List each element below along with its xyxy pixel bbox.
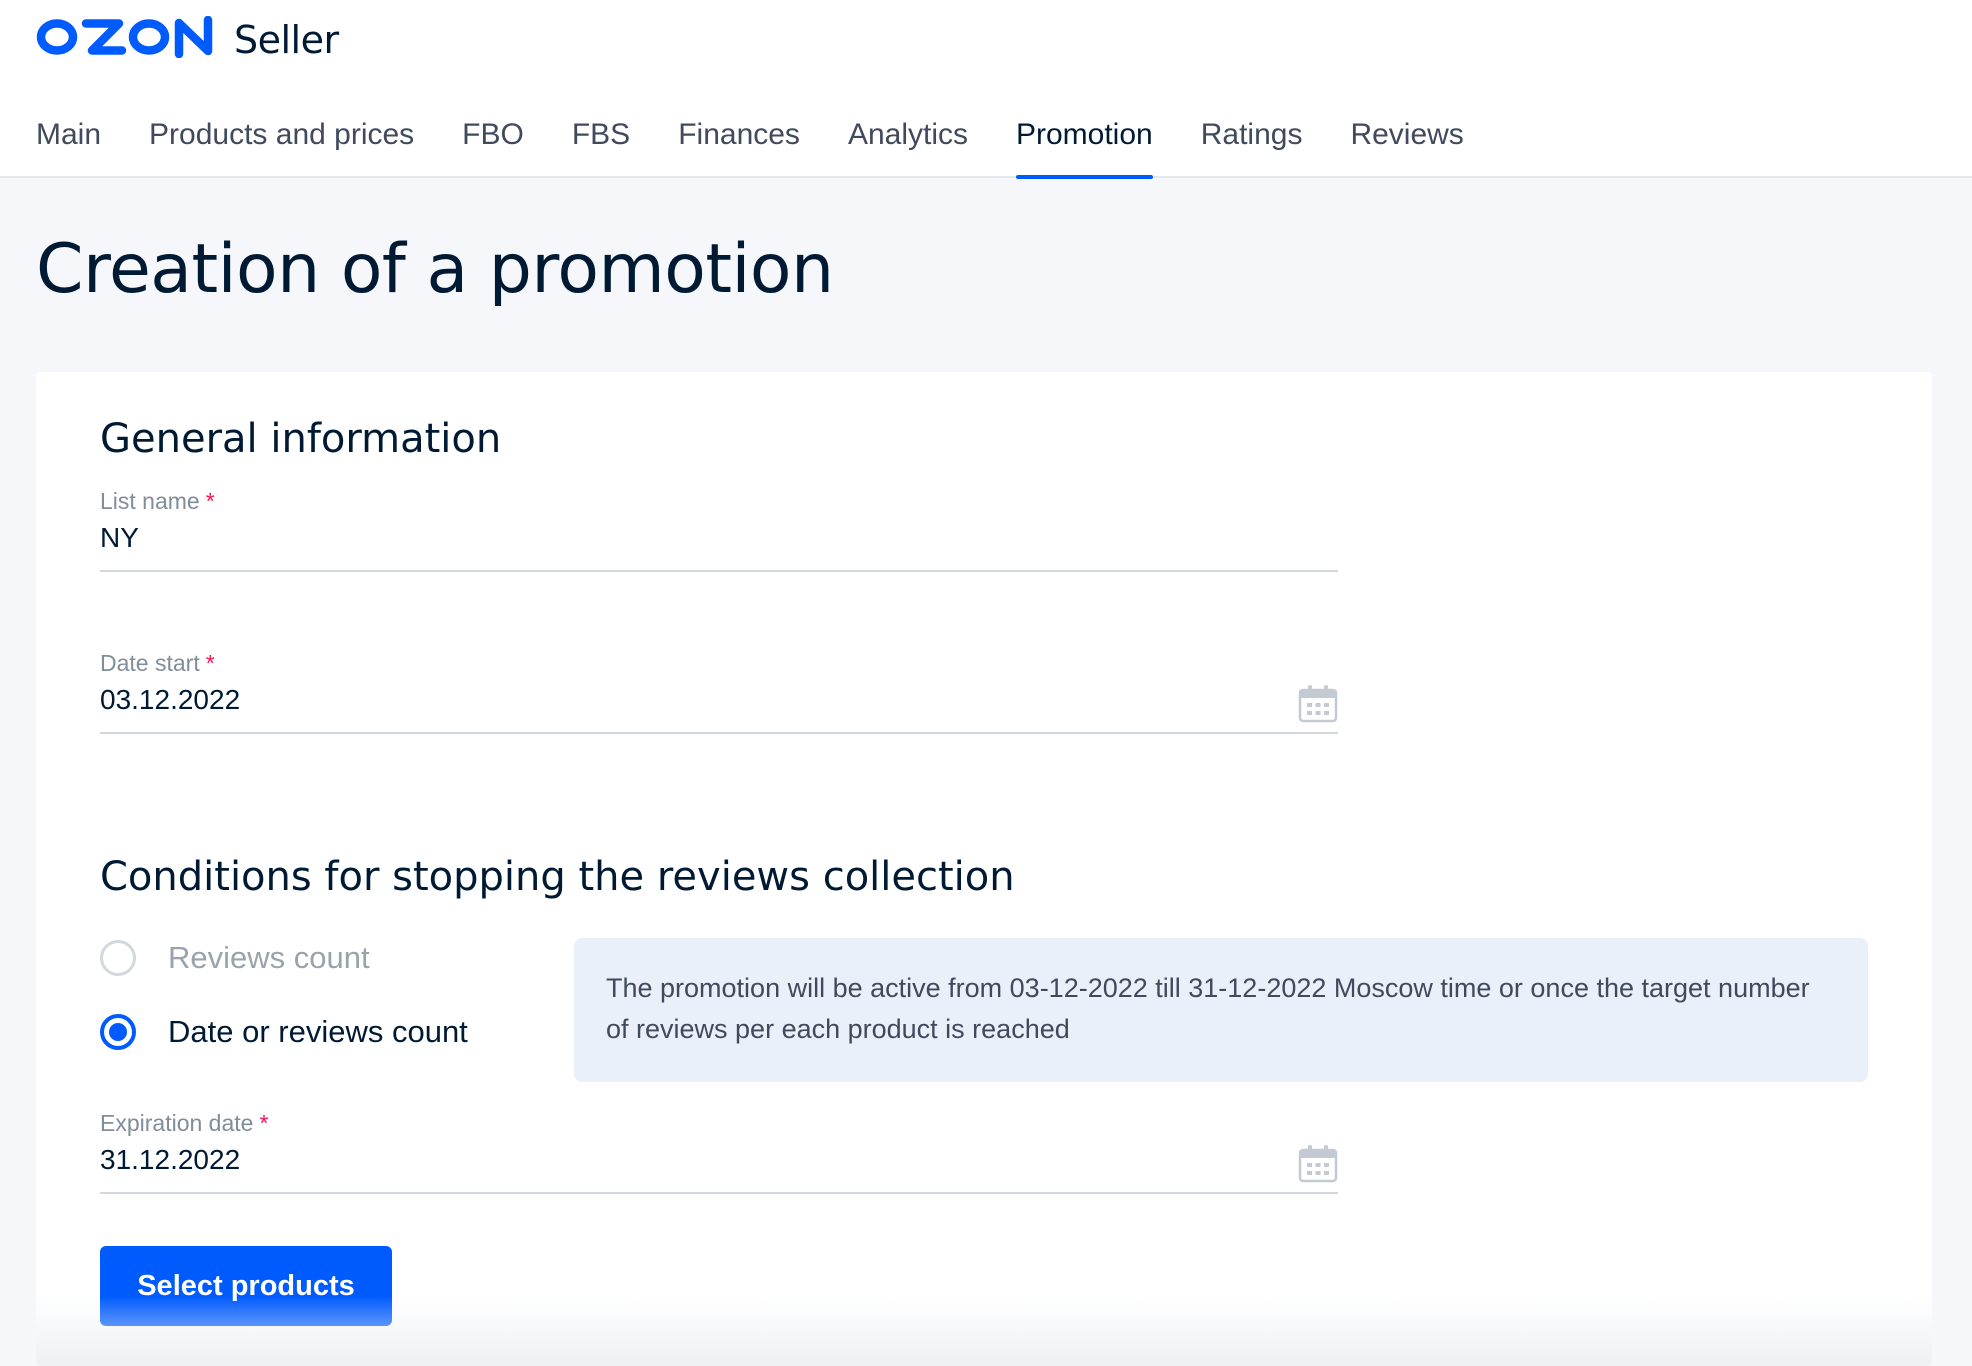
calendar-icon[interactable]	[1298, 1144, 1338, 1184]
radio-date-or-reviews-count[interactable]: Date or reviews count	[100, 1012, 468, 1052]
promotion-info-box: The promotion will be active from 03-12-…	[574, 938, 1868, 1082]
required-mark: *	[259, 1110, 269, 1136]
radio-date-or-reviews-count-label: Date or reviews count	[168, 1014, 468, 1049]
expiration-date-value: 31.12.2022	[100, 1144, 241, 1175]
stop-conditions-title: Conditions for stopping the reviews coll…	[100, 854, 1015, 900]
nav-item-reviews[interactable]: Reviews	[1350, 110, 1463, 178]
date-start-value: 03.12.2022	[100, 684, 241, 715]
required-mark: *	[205, 488, 215, 514]
select-products-button[interactable]: Select products	[100, 1246, 392, 1326]
radio-reviews-count-label: Reviews count	[168, 940, 370, 975]
expiration-date-label: Expiration date *	[100, 1110, 269, 1136]
required-mark: *	[205, 650, 215, 676]
page-title: Creation of a promotion	[36, 230, 834, 309]
nav-item-fbo[interactable]: FBO	[462, 110, 524, 178]
main-nav: Main Products and prices FBO FBS Finance…	[36, 110, 1512, 179]
ozon-seller-logo[interactable]: Seller	[36, 12, 339, 62]
nav-item-analytics[interactable]: Analytics	[848, 110, 968, 178]
nav-item-products-and-prices[interactable]: Products and prices	[149, 110, 414, 178]
calendar-icon[interactable]	[1298, 684, 1338, 724]
logo-seller-text: Seller	[234, 18, 339, 62]
radio-reviews-count[interactable]: Reviews count	[100, 938, 370, 978]
date-start-field[interactable]: Date start * 03.12.2022	[100, 650, 1338, 734]
nav-item-ratings[interactable]: Ratings	[1201, 110, 1303, 178]
list-name-value: NY	[100, 522, 139, 553]
nav-item-promotion[interactable]: Promotion	[1015, 110, 1153, 179]
top-bar: Seller Main Products and prices FBO FBS …	[0, 0, 1972, 179]
list-name-field[interactable]: List name * NY	[100, 488, 1338, 572]
expiration-date-field[interactable]: Expiration date * 31.12.2022	[100, 1110, 1338, 1194]
list-name-label: List name *	[100, 488, 215, 514]
promotion-form-card: General information List name * NY Date s…	[36, 372, 1932, 1366]
ozon-logo-icon	[36, 16, 213, 58]
radio-button-checked[interactable]	[100, 1014, 136, 1050]
general-info-title: General information	[100, 416, 502, 462]
date-start-label: Date start *	[100, 650, 215, 676]
nav-item-main[interactable]: Main	[36, 110, 101, 178]
radio-button-unchecked[interactable]	[100, 940, 136, 976]
nav-item-fbs[interactable]: FBS	[572, 110, 630, 178]
nav-item-finances[interactable]: Finances	[678, 110, 800, 178]
